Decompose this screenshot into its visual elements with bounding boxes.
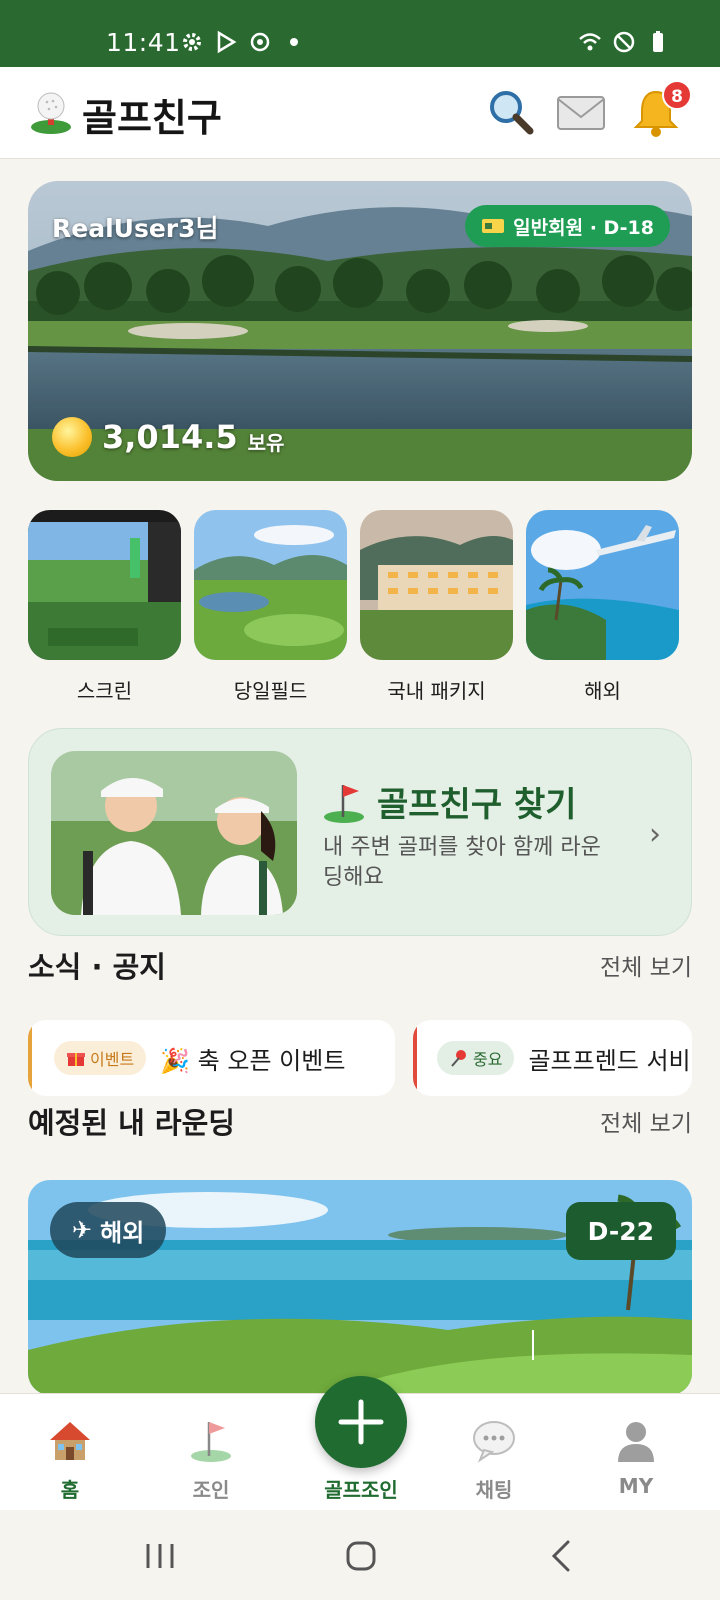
upcoming-rounding-card[interactable]: ✈ 해외 D-22 xyxy=(28,1180,692,1395)
airplane-icon: ✈ xyxy=(72,1216,93,1244)
points-unit: 보유 xyxy=(247,430,285,455)
category-screen[interactable]: 스크린 xyxy=(28,510,181,704)
notice-tag-event: 이벤트 xyxy=(54,1041,147,1075)
home-icon xyxy=(50,1422,90,1460)
pushpin-icon xyxy=(451,1050,466,1067)
do-not-disturb-icon xyxy=(613,31,635,53)
notice-tag-important: 중요 xyxy=(437,1041,515,1075)
nav-my[interactable]: MY xyxy=(576,1416,696,1498)
user-profile-icon xyxy=(618,1422,654,1462)
nav-label: MY xyxy=(618,1474,654,1498)
category-overseas[interactable]: 해외 xyxy=(526,510,679,704)
category-label: 해외 xyxy=(584,679,621,703)
status-bar: 11:41 xyxy=(0,0,720,67)
home-button-icon[interactable] xyxy=(341,1536,381,1576)
app-header: 골프친구 8 xyxy=(0,67,720,159)
friend-banner-title: 골프친구 찾기 xyxy=(377,785,577,825)
golfer-couple-image xyxy=(51,751,297,915)
notice-tag-label: 중요 xyxy=(473,1050,503,1069)
wifi-icon xyxy=(579,33,601,51)
friend-banner-subtitle: 내 주변 골퍼를 찾아 함께 라운딩해요 xyxy=(323,835,601,890)
nav-label: 채팅 xyxy=(475,1478,513,1502)
nav-join[interactable]: 조인 xyxy=(151,1416,271,1503)
gift-icon xyxy=(67,1053,85,1066)
nav-chat[interactable]: 채팅 xyxy=(434,1416,554,1503)
golf-ball-logo-icon xyxy=(31,92,71,134)
rounding-section-title: 예정된 내 라운딩 xyxy=(28,1106,235,1140)
points-amount: 3,014.5 xyxy=(102,418,238,456)
notice-text: 🎉 축 오픈 이벤트 xyxy=(160,1046,346,1075)
system-navigation-bar xyxy=(0,1510,720,1600)
notice-text: 골프프렌드 서비 xyxy=(528,1046,691,1075)
chat-bubble-icon xyxy=(473,1421,515,1463)
field-golf-image xyxy=(194,510,347,660)
rounding-type-tag: ✈ 해외 xyxy=(50,1202,167,1258)
category-label: 스크린 xyxy=(76,679,133,703)
nav-label: 홈 xyxy=(60,1478,80,1502)
rounding-view-all-link[interactable]: 전체 보기 xyxy=(600,1104,692,1138)
golf-join-fab-button[interactable] xyxy=(315,1376,407,1468)
back-icon[interactable] xyxy=(542,1536,582,1576)
coin-icon xyxy=(52,417,92,457)
nav-home[interactable]: 홈 xyxy=(10,1416,130,1503)
news-view-all-link[interactable]: 전체 보기 xyxy=(600,948,692,982)
overseas-beach-image xyxy=(526,510,679,660)
category-label: 당일필드 xyxy=(233,679,308,703)
friend-banner-title-row: 골프친구 찾기 xyxy=(321,777,577,826)
points-balance: 3,014.5 보유 xyxy=(52,417,284,457)
notice-accent-bar xyxy=(413,1020,417,1096)
category-domestic-package[interactable]: 국내 패키지 xyxy=(360,510,513,704)
notice-card-important[interactable]: 중요 골프프렌드 서비 xyxy=(413,1020,692,1096)
rounding-type-label: 해외 xyxy=(100,1218,145,1247)
search-icon[interactable] xyxy=(486,87,538,139)
golf-join-label[interactable]: 골프조인 xyxy=(300,1474,422,1503)
membership-badge[interactable]: 일반회원 · D-18 xyxy=(465,205,670,247)
notice-accent-bar xyxy=(28,1020,32,1096)
hero-card[interactable]: RealUser3님 일반회원 · D-18 3,014.5 보유 xyxy=(28,181,692,481)
play-store-icon xyxy=(217,30,237,54)
rounding-dday-badge: D-22 xyxy=(565,1202,676,1260)
screen-golf-image xyxy=(28,510,181,660)
category-label: 국내 패키지 xyxy=(387,679,486,703)
sync-icon xyxy=(250,32,270,52)
find-golf-friend-banner[interactable]: 골프친구 찾기 내 주변 골퍼를 찾아 함께 라운딩해요 › xyxy=(28,728,692,936)
nav-label: 조인 xyxy=(192,1478,230,1502)
news-section-title: 소식 · 공지 xyxy=(28,950,166,984)
membership-label: 일반회원 · D-18 xyxy=(513,216,654,239)
golf-flag-icon xyxy=(191,1422,231,1462)
status-time: 11:41 xyxy=(106,28,181,57)
recent-apps-icon[interactable] xyxy=(140,1536,180,1576)
settings-icon xyxy=(183,33,201,51)
notification-badge: 8 xyxy=(662,80,692,110)
dot-icon xyxy=(290,38,298,46)
chevron-right-icon: › xyxy=(649,817,661,852)
plus-icon xyxy=(338,1399,384,1445)
category-day-field[interactable]: 당일필드 xyxy=(194,510,347,704)
resort-image xyxy=(360,510,513,660)
user-name: RealUser3님 xyxy=(52,214,219,243)
battery-icon xyxy=(653,31,663,52)
app-title: 골프친구 xyxy=(82,96,222,140)
golf-flag-icon xyxy=(324,784,364,823)
notice-card-event[interactable]: 이벤트 🎉 축 오픈 이벤트 xyxy=(28,1020,395,1096)
notice-tag-label: 이벤트 xyxy=(90,1050,135,1069)
membership-card-icon xyxy=(482,219,505,233)
mail-icon[interactable] xyxy=(555,87,607,139)
